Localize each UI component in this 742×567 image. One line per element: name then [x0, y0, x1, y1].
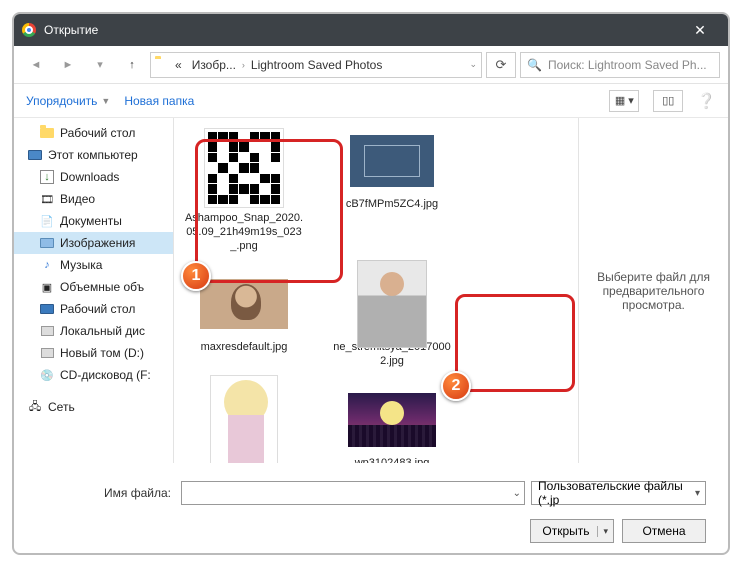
- search-icon: 🔍: [527, 58, 542, 72]
- video-icon: 🎞: [40, 192, 54, 206]
- file-name: cB7fMPm5ZC4.jpg: [346, 198, 438, 212]
- sidebar-item-newvol[interactable]: Новый том (D:): [14, 342, 173, 364]
- organize-menu[interactable]: Упорядочить ▼: [26, 94, 110, 108]
- sidebar-item-images[interactable]: Изображения: [14, 232, 173, 254]
- network-icon: 🖧: [28, 400, 42, 414]
- file-item[interactable]: ne_stremitsya_20170002.jpg: [332, 271, 452, 369]
- forward-button: ►: [54, 53, 82, 77]
- sidebar-item-network[interactable]: 🖧Сеть: [14, 396, 173, 418]
- history-button[interactable]: ▾: [86, 53, 114, 77]
- cancel-button[interactable]: Отмена: [622, 519, 706, 543]
- crumb-1[interactable]: Изобр...: [188, 58, 240, 72]
- cube-icon: ▣: [40, 280, 54, 294]
- titlebar: Открытие ✕: [14, 14, 728, 46]
- back-button[interactable]: ◄: [22, 53, 50, 77]
- filename-label: Имя файла:: [36, 486, 171, 500]
- sidebar-item-desktop[interactable]: Рабочий стол: [14, 122, 173, 144]
- view-mode-button[interactable]: ▦ ▾: [609, 90, 639, 112]
- open-button[interactable]: Открыть: [530, 519, 614, 543]
- file-item[interactable]: Ashampoo_Snap_2020.05.09_21h49m19s_023_.…: [184, 128, 304, 253]
- filetype-select[interactable]: Пользовательские файлы (*.jp: [531, 481, 706, 505]
- music-icon: ♪: [40, 258, 54, 272]
- thumbnail: [348, 387, 436, 453]
- sidebar: Рабочий стол Этот компьютер ↓Downloads 🎞…: [14, 118, 174, 463]
- document-icon: 📄: [40, 214, 54, 228]
- preview-pane-button[interactable]: ▯▯: [653, 90, 683, 112]
- sidebar-item-3d[interactable]: ▣Объемные объ: [14, 276, 173, 298]
- thumbnail-qr: [204, 128, 284, 208]
- sidebar-item-localdisk[interactable]: Локальный дис: [14, 320, 173, 342]
- disc-icon: 💿: [40, 368, 54, 382]
- thumbnail: [348, 128, 436, 194]
- window-title: Открытие: [44, 23, 680, 37]
- file-name: wp3102483.jpg: [355, 457, 430, 463]
- file-view: Ashampoo_Snap_2020.05.09_21h49m19s_023_.…: [174, 118, 578, 463]
- breadcrumb[interactable]: « Изобр... › Lightroom Saved Photos ⌄: [150, 52, 482, 78]
- download-icon: ↓: [40, 170, 54, 184]
- folder-icon: [155, 59, 169, 71]
- up-button[interactable]: ↑: [118, 53, 146, 77]
- refresh-button[interactable]: ⟳: [486, 52, 516, 78]
- new-folder-button[interactable]: Новая папка: [124, 94, 194, 108]
- chrome-icon: [22, 23, 36, 37]
- chevron-down-icon: ▼: [101, 96, 110, 106]
- sidebar-item-desktop2[interactable]: Рабочий стол: [14, 298, 173, 320]
- file-item[interactable]: wp3102483.jpg: [332, 387, 452, 463]
- filename-dropdown-icon[interactable]: ⌄: [513, 488, 521, 499]
- thumbnail: [200, 271, 288, 337]
- toolbar: Упорядочить ▼ Новая папка ▦ ▾ ▯▯ ❔: [14, 84, 728, 118]
- sidebar-item-cddvd[interactable]: 💿CD-дисковод (F:: [14, 364, 173, 386]
- preview-pane: Выберите файл для предварительного просм…: [578, 118, 728, 463]
- crumb-2[interactable]: Lightroom Saved Photos: [247, 58, 386, 72]
- search-input[interactable]: 🔍 Поиск: Lightroom Saved Ph...: [520, 52, 720, 78]
- thumbnail: [200, 387, 288, 453]
- path-dropdown-icon[interactable]: ⌄: [469, 59, 477, 70]
- sidebar-item-downloads[interactable]: ↓Downloads: [14, 166, 173, 188]
- file-name: maxresdefault.jpg: [201, 341, 288, 355]
- sidebar-item-thispc[interactable]: Этот компьютер: [14, 144, 173, 166]
- bottom-bar: Имя файла: ⌄ Пользовательские файлы (*.j…: [14, 463, 728, 555]
- file-item[interactable]: orig.jpg: [184, 387, 304, 463]
- filename-input[interactable]: [181, 481, 525, 505]
- file-item[interactable]: cB7fMPm5ZC4.jpg: [332, 128, 452, 253]
- crumb-prefix: «: [171, 58, 186, 72]
- sidebar-item-video[interactable]: 🎞Видео: [14, 188, 173, 210]
- preview-text: Выберите файл для предварительного просм…: [589, 270, 718, 312]
- help-icon[interactable]: ❔: [697, 92, 716, 110]
- close-icon[interactable]: ✕: [680, 22, 720, 39]
- search-placeholder: Поиск: Lightroom Saved Ph...: [548, 58, 707, 72]
- thumbnail: [348, 271, 436, 337]
- chevron-right-icon[interactable]: ›: [242, 60, 245, 70]
- nav-row: ◄ ► ▾ ↑ « Изобр... › Lightroom Saved Pho…: [14, 46, 728, 84]
- file-item[interactable]: maxresdefault.jpg: [184, 271, 304, 369]
- file-name: Ashampoo_Snap_2020.05.09_21h49m19s_023_.…: [184, 212, 304, 253]
- sidebar-item-music[interactable]: ♪Музыка: [14, 254, 173, 276]
- sidebar-item-documents[interactable]: 📄Документы: [14, 210, 173, 232]
